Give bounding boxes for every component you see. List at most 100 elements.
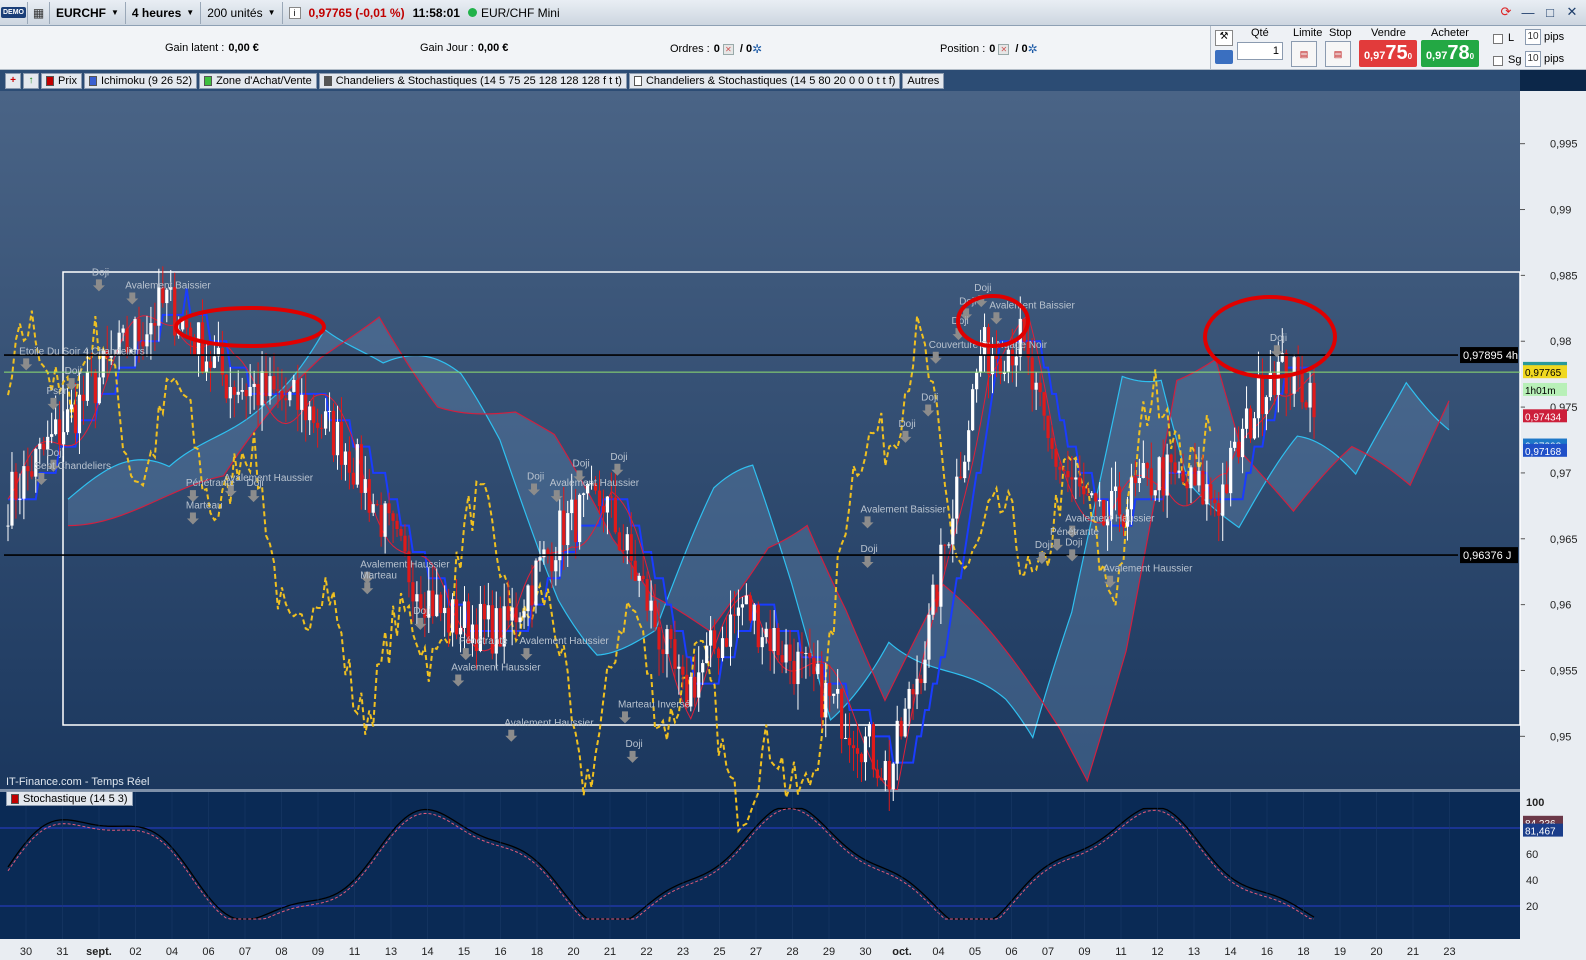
indicator-tab[interactable]: Autres xyxy=(902,72,945,89)
layout-icon[interactable]: ▦ xyxy=(28,1,50,24)
stop-loss-checkbox[interactable] xyxy=(1493,56,1503,66)
candle-body xyxy=(851,745,856,749)
add-indicator-icon[interactable]: + xyxy=(5,72,21,89)
indicator-tab[interactable]: Ichimoku (9 26 52) xyxy=(83,72,198,89)
units-selector[interactable]: 200 unités ▼ xyxy=(201,1,283,24)
candle-body xyxy=(1062,469,1066,472)
candle-body xyxy=(93,372,97,404)
limit-order-button[interactable]: ▤ xyxy=(1291,41,1317,67)
indicator-label: Chandeliers & Stochastiques (14 5 75 25 … xyxy=(335,74,622,87)
candle-body xyxy=(705,645,709,664)
candle-body xyxy=(1169,454,1173,463)
candle-body xyxy=(625,534,629,551)
candle-body xyxy=(923,659,927,684)
candle-body xyxy=(292,379,296,392)
candle-body xyxy=(133,319,137,350)
stochastic-swatch-icon xyxy=(11,793,19,804)
candle-body xyxy=(990,355,995,375)
candle-body xyxy=(518,617,522,623)
up-arrow-icon[interactable]: ↑ xyxy=(23,72,39,89)
window-controls: ⟳ — □ ✕ xyxy=(1496,2,1582,22)
info-icon[interactable]: i xyxy=(288,6,301,19)
candle-body xyxy=(859,753,864,763)
indicator-tab[interactable]: Chandeliers & Stochastiques (14 5 75 25 … xyxy=(318,72,627,89)
maximize-icon[interactable]: □ xyxy=(1540,2,1560,22)
candle-body xyxy=(574,499,578,543)
orders-sep: / 0 xyxy=(739,42,753,55)
candle-body xyxy=(1237,441,1241,458)
candle-body xyxy=(617,532,621,551)
candle-body xyxy=(58,419,62,445)
date-tick-label: sept. xyxy=(86,946,112,958)
candle-body xyxy=(855,748,860,754)
candle-body xyxy=(252,383,256,387)
candle-body xyxy=(149,323,153,335)
candle-body xyxy=(788,644,792,662)
gain-jour-label: Gain Jour : xyxy=(420,42,474,54)
candle-body xyxy=(1304,402,1308,408)
candle-body xyxy=(661,649,665,655)
price-chart[interactable]: 0,9950,990,9850,980,9750,970,9650,960,95… xyxy=(0,91,1586,960)
candle-body xyxy=(284,398,288,401)
limit-pips-field[interactable]: 10 xyxy=(1525,29,1541,45)
candle-body xyxy=(967,430,971,462)
buy-button[interactable]: 0,97 78 0 xyxy=(1421,40,1479,67)
refresh-icon[interactable]: ⟳ xyxy=(1496,2,1516,22)
buy-price-exp: 0 xyxy=(1469,52,1475,61)
candle-body xyxy=(327,410,332,412)
price-tick-label: 0,98 xyxy=(1550,336,1571,348)
indicator-tab[interactable]: Chandeliers & Stochastiques (14 5 80 20 … xyxy=(628,72,901,89)
keyboard-icon[interactable] xyxy=(1215,50,1233,64)
candle-body xyxy=(673,639,677,669)
minimize-icon[interactable]: — xyxy=(1518,2,1538,22)
chevron-down-icon: ▼ xyxy=(267,8,276,17)
pattern-annotation: Avalement Haussier xyxy=(451,662,541,673)
candle-body xyxy=(1034,382,1038,390)
symbol-selector[interactable]: EURCHF ▼ xyxy=(50,1,126,24)
wrench-icon[interactable]: ⚒ xyxy=(1215,30,1233,46)
candle-body xyxy=(391,513,395,521)
date-tick-label: 20 xyxy=(1370,946,1382,958)
quantity-field[interactable]: 1 xyxy=(1237,42,1283,60)
candle-body xyxy=(796,651,800,685)
sell-button[interactable]: 0,97 75 0 xyxy=(1359,40,1417,67)
orders-settings-icon[interactable]: ✲ xyxy=(752,42,762,56)
candle-body xyxy=(395,520,399,530)
orders-list-icon[interactable]: ✕ xyxy=(722,43,734,55)
candle-body xyxy=(403,535,407,552)
candle-body xyxy=(828,683,832,696)
candle-body xyxy=(1201,470,1205,505)
candle-body xyxy=(1090,493,1094,496)
candle-body xyxy=(947,544,951,546)
timeframe-selector[interactable]: 4 heures ▼ xyxy=(126,1,202,24)
stochastic-tab[interactable]: Stochastique (14 5 3) xyxy=(6,791,133,806)
position-close-icon[interactable]: ✕ xyxy=(998,43,1010,55)
candle-body xyxy=(137,319,141,342)
candle-body xyxy=(554,560,558,572)
candle-body xyxy=(65,409,70,433)
close-icon[interactable]: ✕ xyxy=(1562,2,1582,22)
candle-body xyxy=(1054,448,1058,467)
instrument-name: EUR/CHF Mini xyxy=(480,5,560,20)
limit-checkbox[interactable] xyxy=(1493,34,1503,44)
date-tick-label: 23 xyxy=(677,946,689,958)
candle-body xyxy=(69,404,74,410)
indicator-tab[interactable]: Zone d'Achat/Vente xyxy=(199,72,317,89)
candle-body xyxy=(379,504,383,537)
candle-body xyxy=(879,778,883,781)
price-tick-label: 0,96 xyxy=(1550,600,1571,612)
candle-body xyxy=(1229,447,1233,494)
position-settings-icon[interactable]: ✲ xyxy=(1028,42,1038,56)
indicator-tab[interactable]: Prix xyxy=(41,72,82,89)
pattern-annotation: Doji xyxy=(626,739,643,750)
candle-body xyxy=(514,607,518,623)
candle-body xyxy=(1264,397,1268,415)
stochastic-axis-label: 20 xyxy=(1526,901,1538,913)
candle-body xyxy=(653,600,657,628)
trade-panel: ⚒ Qté 1 Limite ▤ Stop ▤ Vendre 0,97 75 0 A… xyxy=(1210,26,1586,70)
candle-body xyxy=(538,557,542,561)
stop-pips-field[interactable]: 10 xyxy=(1525,51,1541,67)
pattern-annotation: Avalement Haussier xyxy=(1065,514,1155,525)
candle-body xyxy=(919,678,923,684)
stop-order-button[interactable]: ▤ xyxy=(1325,41,1351,67)
